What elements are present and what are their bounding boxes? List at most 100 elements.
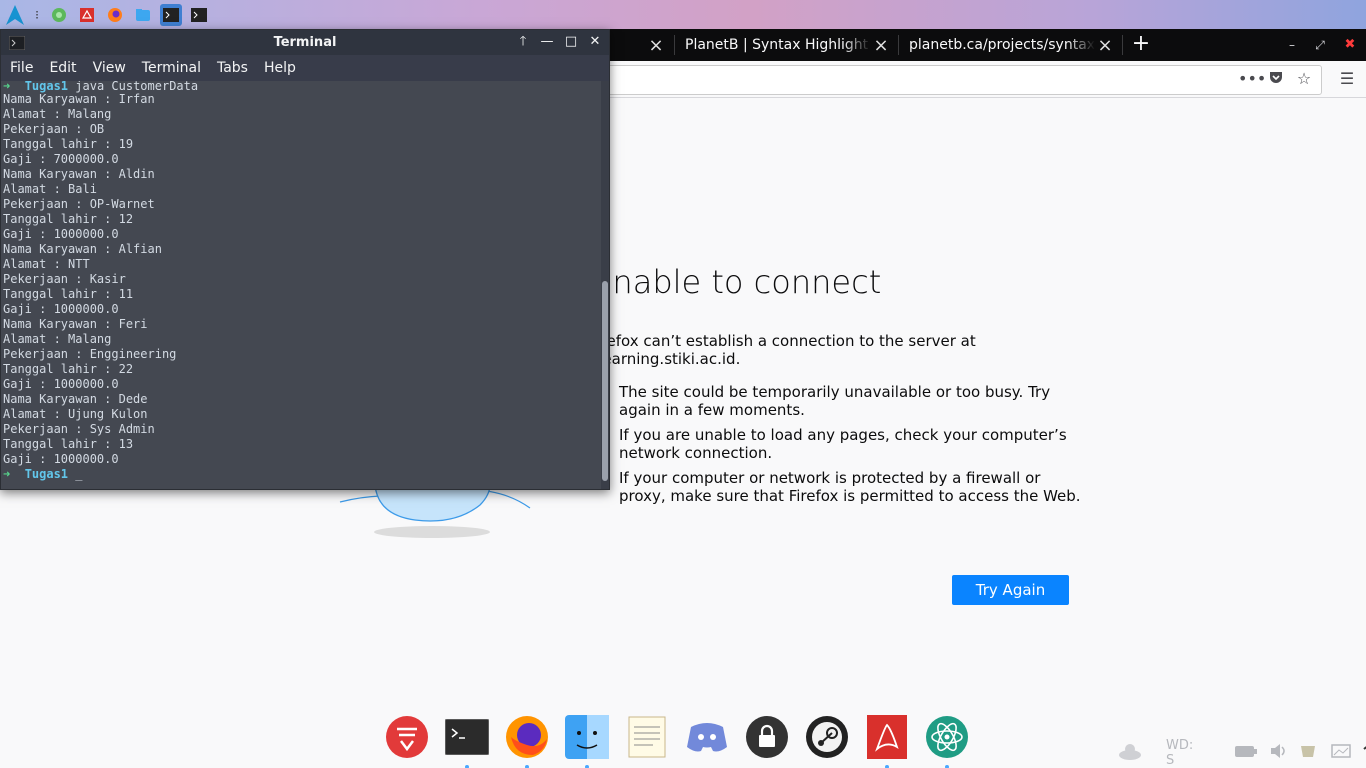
terminal-output-lines: Nama Karyawan : Irfan Alamat : Malang Peke… <box>1 92 599 467</box>
pocket-icon[interactable] <box>1266 69 1286 89</box>
terminal-output-line: Pekerjaan : Sys Admin <box>3 422 155 436</box>
error-suggestion-list: The site could be temporarily unavailabl… <box>603 383 1083 512</box>
dock-app-pdf[interactable] <box>865 715 909 768</box>
lock-icon <box>746 716 788 758</box>
atom-icon <box>926 716 968 758</box>
tab-planetb-projects[interactable]: planetb.ca/projects/syntaxHighlighter × <box>899 29 1121 61</box>
steam-icon <box>806 716 848 758</box>
terminal-output-line: Pekerjaan : OB <box>3 122 105 136</box>
system-tray: WD: S <box>1118 738 1366 768</box>
terminal-output-line: Gaji : 1000000.0 <box>3 377 119 391</box>
dock-app-discord[interactable] <box>685 715 729 759</box>
terminal-prompt-line: ➜ Tugas1 java CustomerData <box>1 81 599 92</box>
weather-icon[interactable] <box>1118 741 1142 765</box>
terminal-output-line: Tanggal lahir : 22 <box>3 362 134 376</box>
tab-1[interactable]: × <box>612 29 672 61</box>
dock-app-notes[interactable] <box>625 715 669 759</box>
try-again-button[interactable]: Try Again <box>952 575 1069 605</box>
finder-icon <box>565 715 609 759</box>
close-icon[interactable]: × <box>871 35 891 56</box>
globe-app-icon[interactable] <box>48 4 70 26</box>
terminal-scrollbar[interactable] <box>601 81 609 489</box>
maximize-icon[interactable]: □ <box>562 33 580 51</box>
dock-app-redapp[interactable] <box>385 715 429 759</box>
page-actions-icon[interactable]: ••• <box>1238 69 1266 89</box>
terminal-output-line: Nama Karyawan : Aldin <box>3 167 155 181</box>
top-panel: ⁝ <box>0 0 1366 29</box>
close-icon[interactable]: × <box>646 35 666 56</box>
terminal-window[interactable]: Terminal 🡑 — □ ✕ File Edit View Terminal… <box>0 29 610 490</box>
notes-icon <box>628 716 666 758</box>
terminal-output-line: Alamat : NTT <box>3 257 90 271</box>
terminal-menu-bar: File Edit View Terminal Tabs Help <box>1 55 609 81</box>
terminal-app-icon-active[interactable] <box>160 3 182 26</box>
terminal-output-line: Tanggal lahir : 11 <box>3 287 134 301</box>
terminal-output-line: Nama Karyawan : Alfian <box>3 242 162 256</box>
firefox-close-button[interactable]: ✖ <box>1336 29 1364 61</box>
dots-menu-icon[interactable]: ⁝ <box>32 4 42 26</box>
list-item: If your computer or network is protected… <box>603 469 1083 505</box>
terminal-icon <box>445 719 489 755</box>
terminal-prompt-line: ➜ Tugas1 _ <box>1 467 599 482</box>
terminal-output-line: Nama Karyawan : Feri <box>3 317 148 331</box>
minimize-icon[interactable]: — <box>538 33 556 51</box>
screenshot-icon[interactable] <box>1331 743 1351 763</box>
terminal-output-line: Nama Karyawan : Dede <box>3 392 148 406</box>
terminal-output-line: Tanggal lahir : 19 <box>3 137 134 151</box>
dock-app-atom[interactable] <box>925 715 969 768</box>
prompt-arrow-icon: ➜ <box>3 467 11 481</box>
error-title: Unable to connect <box>589 263 882 301</box>
new-tab-button[interactable]: + <box>1130 29 1152 61</box>
terminal-output-line: Pekerjaan : Kasir <box>3 272 126 286</box>
firefox-icon <box>506 716 548 758</box>
terminal-output-line: Tanggal lahir : 12 <box>3 212 134 226</box>
arch-menu-icon[interactable] <box>4 4 26 26</box>
terminal-output[interactable]: ➜ Tugas1 java CustomerData Nama Karyawan… <box>1 81 599 489</box>
files-app-icon[interactable] <box>132 4 154 26</box>
pdf-icon <box>867 715 907 759</box>
dock-app-steam[interactable] <box>805 715 849 759</box>
terminal-output-line: Pekerjaan : OP-Warnet <box>3 197 155 211</box>
terminal-output-line: Alamat : Bali <box>3 182 97 196</box>
hamburger-menu-icon[interactable]: ☰ <box>1337 69 1357 89</box>
minimize-button[interactable]: – <box>1278 29 1306 61</box>
coffee-cup-icon[interactable] <box>1299 743 1319 763</box>
dock-app-finder[interactable] <box>565 715 609 768</box>
volume-icon[interactable] <box>1269 743 1287 763</box>
menu-view[interactable]: View <box>88 60 131 76</box>
prompt-directory: Tugas1 <box>24 467 69 481</box>
restore-button[interactable]: ⤢ <box>1306 29 1334 61</box>
dock <box>385 706 969 768</box>
terminal-output-line: Gaji : 7000000.0 <box>3 152 119 166</box>
close-icon[interactable]: × <box>1095 35 1115 56</box>
terminal-output-line: Alamat : Malang <box>3 107 112 121</box>
terminal-title-bar[interactable]: Terminal 🡑 — □ ✕ <box>1 30 609 55</box>
list-item: If you are unable to load any pages, che… <box>603 426 1083 462</box>
terminal-cursor: _ <box>68 467 83 481</box>
menu-terminal[interactable]: Terminal <box>137 60 206 76</box>
close-icon[interactable]: ✕ <box>586 33 604 51</box>
red-app-icon <box>386 716 428 758</box>
pdf-app-icon[interactable] <box>76 4 98 26</box>
discord-icon <box>687 723 727 752</box>
scrollbar-thumb[interactable] <box>602 281 608 481</box>
tab-title: PlanetB | Syntax Highlight Code <box>685 37 871 53</box>
terminal-output-line: Alamat : Ujung Kulon <box>3 407 148 421</box>
firefox-app-icon[interactable] <box>104 4 126 26</box>
menu-file[interactable]: File <box>5 60 38 76</box>
workspace-indicator[interactable]: WD: S <box>1166 738 1193 768</box>
tab-planetb-syntax[interactable]: PlanetB | Syntax Highlight Code × <box>675 29 897 61</box>
battery-icon[interactable] <box>1235 744 1258 762</box>
dock-app-lock[interactable] <box>745 715 789 759</box>
menu-tabs[interactable]: Tabs <box>212 60 253 76</box>
terminal-output-line: Nama Karyawan : Irfan <box>3 92 155 106</box>
error-description: Firefox can’t establish a connection to … <box>589 332 976 368</box>
bookmark-star-icon[interactable]: ☆ <box>1294 69 1314 89</box>
terminal-app-icon[interactable] <box>188 4 210 26</box>
dock-app-firefox[interactable] <box>505 715 549 768</box>
keep-above-icon[interactable]: 🡑 <box>514 33 532 51</box>
dock-app-terminal[interactable] <box>445 715 489 768</box>
tab-separator <box>1122 35 1123 55</box>
menu-help[interactable]: Help <box>259 60 301 76</box>
menu-edit[interactable]: Edit <box>44 60 81 76</box>
